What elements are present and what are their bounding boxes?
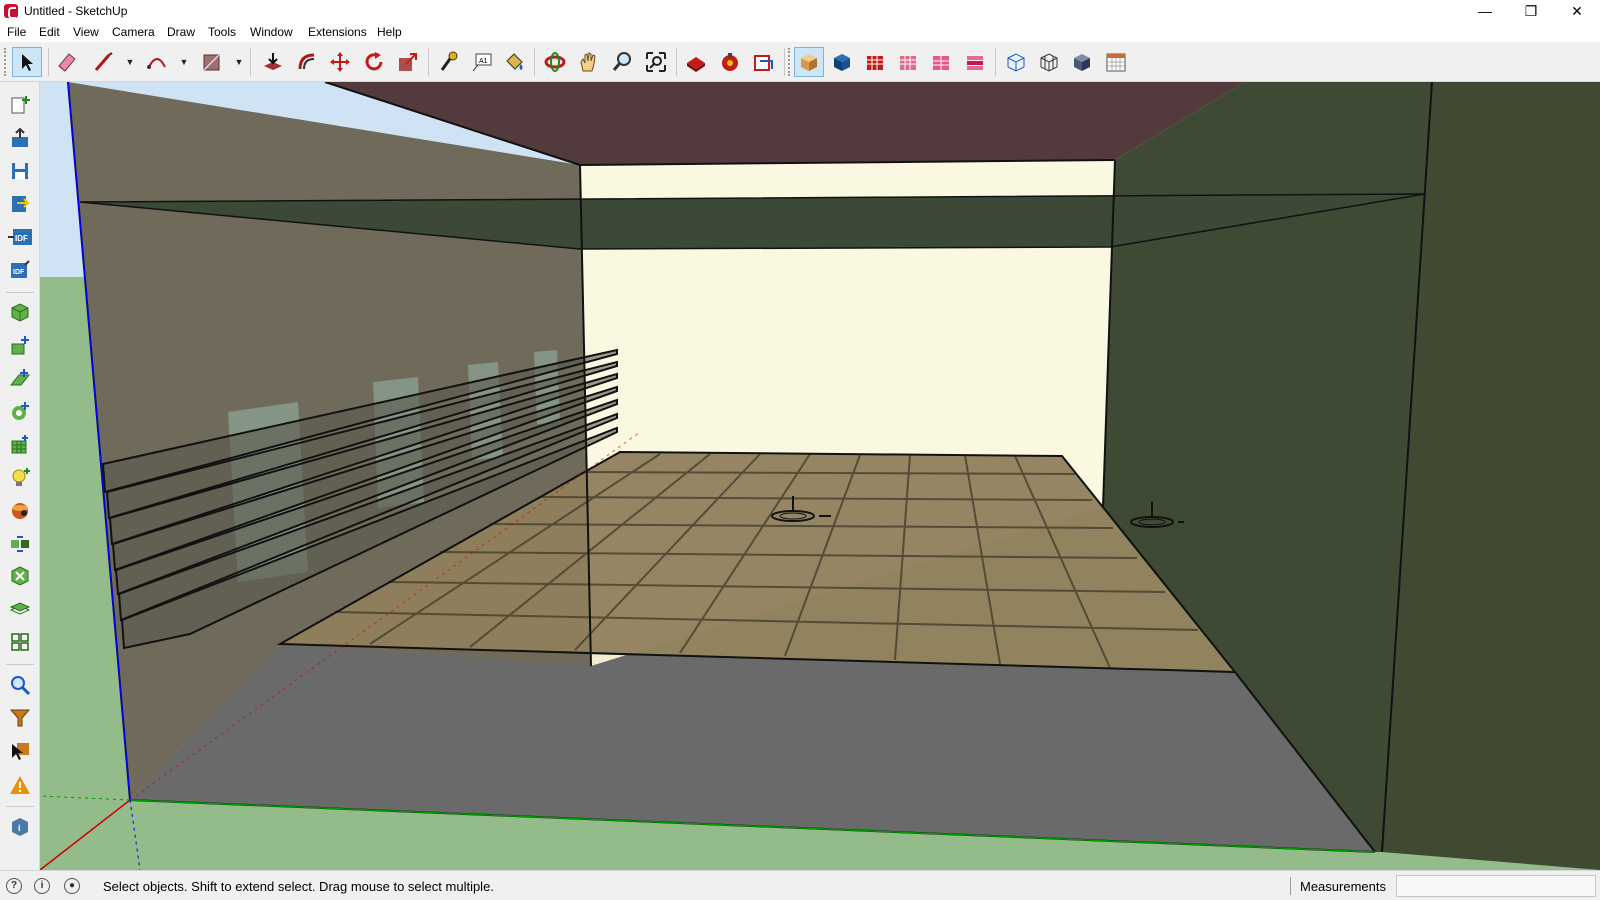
- credits-icon[interactable]: i: [34, 878, 50, 894]
- 3d-warehouse-icon[interactable]: [681, 47, 711, 77]
- openstudio-toolbar: IDF IDF i: [0, 82, 40, 870]
- sketchup-logo-icon: [4, 4, 18, 19]
- status-bar: ? i ● Select objects. Shift to extend se…: [0, 870, 1600, 900]
- xray-style-icon[interactable]: [1001, 47, 1031, 77]
- export-icon[interactable]: [5, 189, 35, 219]
- user-icon[interactable]: ●: [64, 878, 80, 894]
- idf-import-icon[interactable]: IDF: [5, 222, 35, 252]
- rectangle-tool-dropdown[interactable]: ▼: [233, 53, 245, 71]
- daylighting-icon[interactable]: [5, 396, 35, 426]
- idf-export-icon[interactable]: IDF: [5, 255, 35, 285]
- info-icon[interactable]: i: [5, 812, 35, 842]
- warning-icon[interactable]: [5, 770, 35, 800]
- back-view-icon[interactable]: [926, 47, 956, 77]
- measurements-label: Measurements: [1300, 879, 1386, 894]
- svg-text:IDF: IDF: [15, 234, 28, 243]
- space-icon[interactable]: [5, 297, 35, 327]
- extension-warehouse-icon[interactable]: [715, 47, 745, 77]
- right-view-icon[interactable]: [893, 47, 923, 77]
- search-icon[interactable]: [5, 670, 35, 700]
- surface-matching-icon[interactable]: [5, 528, 35, 558]
- interior-partition-icon[interactable]: [5, 363, 35, 393]
- shaded-style-icon[interactable]: [1067, 47, 1097, 77]
- menu-window[interactable]: Window: [250, 25, 293, 39]
- svg-text:A1: A1: [479, 58, 488, 65]
- tape-measure-tool-icon[interactable]: [433, 47, 463, 77]
- model-viewport[interactable]: [40, 82, 1600, 870]
- top-view-icon[interactable]: [827, 47, 857, 77]
- title-bar: Untitled - SketchUp — ❐ ✕: [0, 0, 1600, 22]
- svg-text:IDF: IDF: [13, 269, 25, 276]
- text-tool-icon[interactable]: A1: [467, 47, 497, 77]
- line-tool-dropdown[interactable]: ▼: [124, 53, 136, 71]
- select-tool-icon[interactable]: [12, 47, 42, 77]
- wireframe-style-icon[interactable]: [1034, 47, 1064, 77]
- orbit-tool-icon[interactable]: [540, 47, 570, 77]
- rotate-tool-icon[interactable]: [359, 47, 389, 77]
- main-toolbar: ▼ ▼ ▼ A1: [0, 42, 1600, 82]
- toolbar-grip[interactable]: [4, 48, 8, 76]
- restore-button[interactable]: ❐: [1508, 0, 1554, 22]
- luminaire-icon[interactable]: [5, 462, 35, 492]
- measurements-input[interactable]: [1396, 875, 1596, 897]
- paint-bucket-tool-icon[interactable]: [499, 47, 529, 77]
- close-button[interactable]: ✕: [1554, 0, 1600, 22]
- left-view-icon[interactable]: [960, 47, 990, 77]
- measurements-separator: [1290, 877, 1291, 895]
- arc-tool-icon[interactable]: [142, 47, 172, 77]
- glare-sensor-icon[interactable]: [5, 495, 35, 525]
- menu-extensions[interactable]: Extensions: [308, 25, 367, 39]
- calendar-icon[interactable]: [1101, 47, 1131, 77]
- menu-edit[interactable]: Edit: [39, 25, 60, 39]
- window-title: Untitled - SketchUp: [24, 4, 128, 18]
- menu-help[interactable]: Help: [377, 25, 402, 39]
- scale-tool-icon[interactable]: [393, 47, 423, 77]
- illuminance-map-icon[interactable]: [5, 429, 35, 459]
- front-view-icon[interactable]: [860, 47, 890, 77]
- line-tool-icon[interactable]: [88, 47, 118, 77]
- layer-icon[interactable]: [5, 594, 35, 624]
- iso-view-icon[interactable]: [794, 47, 824, 77]
- rectangle-tool-icon[interactable]: [197, 47, 227, 77]
- zoom-tool-icon[interactable]: [607, 47, 637, 77]
- offset-tool-icon[interactable]: [292, 47, 322, 77]
- import-icon[interactable]: [5, 123, 35, 153]
- push-pull-tool-icon[interactable]: [258, 47, 288, 77]
- new-object-icon[interactable]: [5, 90, 35, 120]
- zoom-extents-icon[interactable]: [641, 47, 671, 77]
- layout-icon[interactable]: [748, 47, 778, 77]
- shading-surface-icon[interactable]: [5, 330, 35, 360]
- filter-icon[interactable]: [5, 703, 35, 733]
- menu-tools[interactable]: Tools: [208, 25, 236, 39]
- select-cursor-icon[interactable]: [5, 736, 35, 766]
- svg-text:i: i: [18, 823, 21, 833]
- minimize-button[interactable]: —: [1462, 0, 1508, 22]
- geo-location-icon[interactable]: ?: [6, 878, 22, 894]
- menu-file[interactable]: File: [7, 25, 26, 39]
- view-toolbar-grip[interactable]: [788, 48, 792, 76]
- menu-view[interactable]: View: [73, 25, 99, 39]
- component-grid-icon[interactable]: [5, 627, 35, 657]
- status-message: Select objects. Shift to extend select. …: [103, 879, 494, 894]
- pan-tool-icon[interactable]: [573, 47, 603, 77]
- move-tool-icon[interactable]: [325, 47, 355, 77]
- arc-tool-dropdown[interactable]: ▼: [178, 53, 190, 71]
- menu-camera[interactable]: Camera: [112, 25, 155, 39]
- apply-settings-icon[interactable]: [5, 561, 35, 591]
- save-icon[interactable]: [5, 156, 35, 186]
- eraser-tool-icon[interactable]: [52, 47, 82, 77]
- menu-draw[interactable]: Draw: [167, 25, 195, 39]
- menu-bar: File Edit View Camera Draw Tools Window …: [0, 22, 1600, 42]
